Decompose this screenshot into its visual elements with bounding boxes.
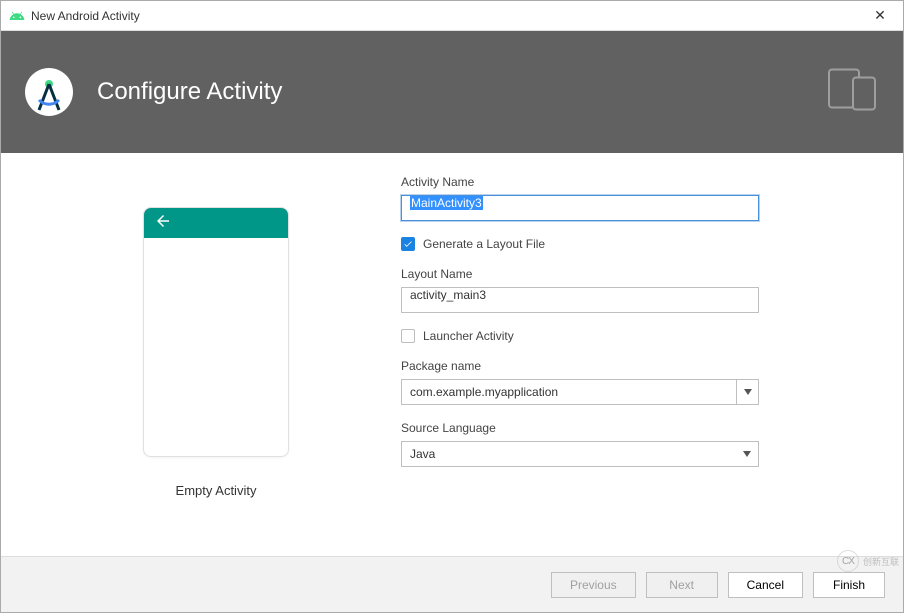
package-name-field: Package name com.example.myapplication [401,359,843,405]
activity-name-field: Activity Name MainActivity3 [401,175,843,221]
window-title: New Android Activity [31,9,865,23]
language-combo[interactable]: Java [401,441,759,467]
preview-label: Empty Activity [176,483,257,498]
watermark-logo: CX [837,550,859,572]
content-area: Empty Activity Activity Name MainActivit… [1,153,903,557]
language-field: Source Language Java [401,421,843,467]
finish-button[interactable]: Finish [813,572,885,598]
footer: Previous Next Cancel Finish [1,556,903,612]
activity-name-label: Activity Name [401,175,843,189]
close-icon[interactable]: ✕ [865,7,895,24]
generate-layout-checkbox-row[interactable]: Generate a Layout File [401,237,843,251]
phone-preview [143,207,289,457]
package-name-value: com.example.myapplication [402,385,736,399]
back-arrow-icon [154,212,172,235]
package-name-label: Package name [401,359,843,373]
watermark-text: 创新互联 [863,555,899,568]
titlebar: New Android Activity ✕ [1,1,903,31]
language-label: Source Language [401,421,843,435]
preview-column: Empty Activity [31,175,401,557]
launcher-label: Launcher Activity [423,329,514,343]
activity-name-input[interactable]: MainActivity3 [401,195,759,221]
previous-button: Previous [551,572,636,598]
form-column: Activity Name MainActivity3 Generate a L… [401,175,873,557]
banner-title: Configure Activity [97,78,282,106]
phone-app-bar [144,208,288,238]
language-dropdown-button[interactable] [736,442,758,466]
launcher-checkbox[interactable] [401,329,415,343]
package-name-combo[interactable]: com.example.myapplication [401,379,759,405]
layout-name-label: Layout Name [401,267,843,281]
language-value: Java [402,447,736,461]
watermark: CX 创新互联 [837,550,899,572]
android-icon [9,8,25,24]
layout-name-input[interactable]: activity_main3 [401,287,759,313]
devices-icon [827,68,879,117]
cancel-button[interactable]: Cancel [728,572,803,598]
next-button: Next [646,572,718,598]
banner: Configure Activity [1,31,903,153]
layout-name-field: Layout Name activity_main3 [401,267,843,313]
generate-layout-checkbox[interactable] [401,237,415,251]
package-dropdown-button[interactable] [736,380,758,404]
android-studio-logo [25,68,73,116]
launcher-checkbox-row[interactable]: Launcher Activity [401,329,843,343]
generate-layout-label: Generate a Layout File [423,237,545,251]
